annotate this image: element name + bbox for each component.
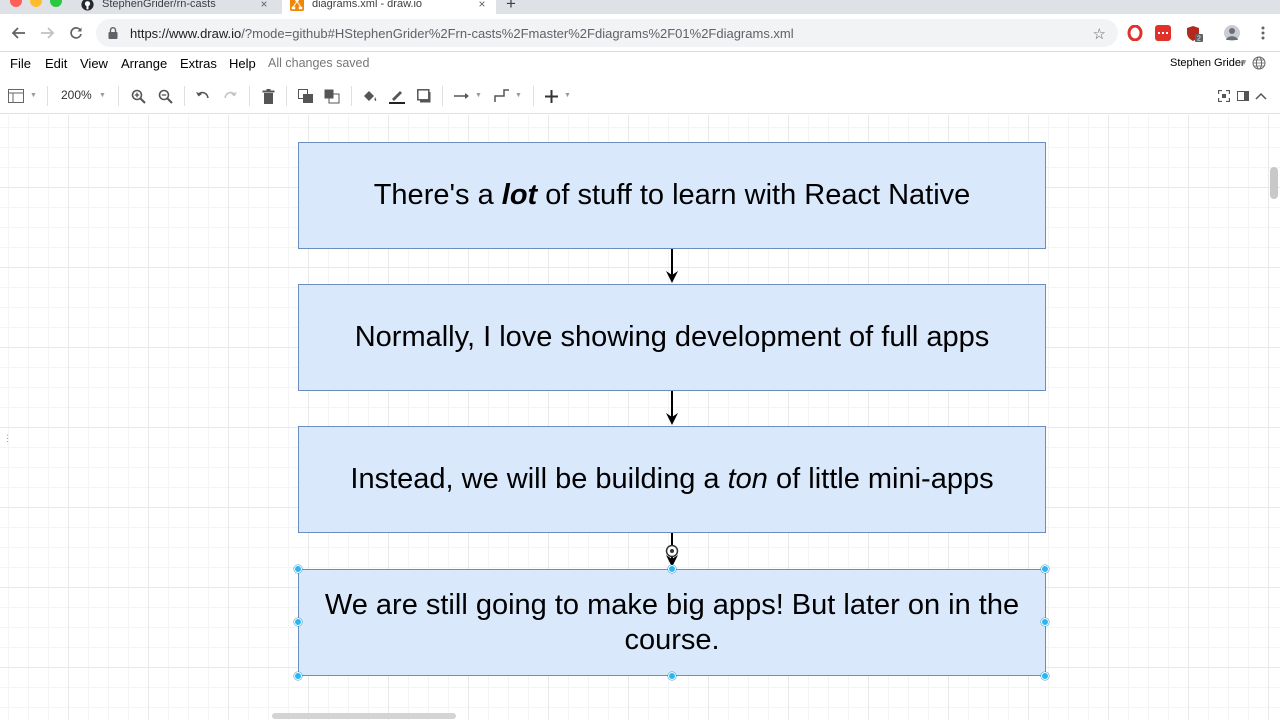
menu-arrange[interactable]: Arrange [121,56,167,71]
box-text: Normally, I love showing development of … [354,321,990,353]
drawio-icon [290,0,304,11]
zoom-out-icon[interactable] [156,87,174,105]
close-tab-icon[interactable]: × [256,0,272,11]
diagram-canvas[interactable]: ⋮ There's a lot of stuff to learn with R… [0,115,1280,720]
opera-extension-icon[interactable] [1127,24,1143,42]
to-front-icon[interactable] [297,87,315,105]
app-menu-bar: File Edit View Arrange Extras Help All c… [0,52,1280,76]
flow-box-3[interactable]: Instead, we will be building a ton of li… [298,426,1046,533]
flow-box-1[interactable]: There's a lot of stuff to learn with Rea… [298,142,1046,249]
url-path: /?mode=github#HStephenGrider%2Frn-casts%… [241,25,794,41]
tab-title: diagrams.xml - draw.io [312,0,423,10]
toolbar-divider [184,86,185,106]
chevron-down-icon[interactable]: ▼ [475,92,482,99]
browser-tab-strip: StephenGrider/rn-casts × diagrams.xml - … [0,0,1280,14]
url-text: https://www.draw.io/?mode=github#HStephe… [130,26,794,41]
forward-arrow-icon[interactable] [38,24,56,42]
back-arrow-icon[interactable] [10,24,28,42]
horizontal-scrollbar[interactable] [272,713,456,719]
line-color-icon[interactable] [388,87,406,105]
toolbar-divider [533,86,534,106]
extension-icon[interactable] [1155,25,1171,41]
connector-arrow-2[interactable] [662,391,682,426]
chevron-down-icon[interactable]: ▼ [99,92,106,99]
user-name[interactable]: Stephen Grider [1170,57,1245,69]
resize-handle-right[interactable] [1041,618,1049,626]
undo-icon[interactable] [193,87,211,105]
resize-handle-bottom[interactable] [668,672,676,680]
svg-text:2: 2 [1197,36,1201,43]
browser-tab-github[interactable]: StephenGrider/rn-casts × [72,0,278,14]
resize-handle-top-right[interactable] [1041,565,1049,573]
toolbar-divider [118,86,119,106]
editor-toolbar: ▼ 200% ▼ ▼ ▼ ▼ [0,78,1280,114]
to-back-icon[interactable] [323,87,341,105]
chevron-down-icon[interactable]: ▼ [564,92,571,99]
toolbar-divider [351,86,352,106]
menu-file[interactable]: File [10,56,31,71]
box-text: We are still going to make big apps! But… [324,588,1020,656]
resize-handle-top-left[interactable] [294,565,302,573]
resize-handle-bottom-left[interactable] [294,672,302,680]
bookmark-star-icon[interactable]: ☆ [1093,25,1106,43]
maximize-window-button[interactable] [50,0,62,7]
fill-color-icon[interactable] [361,87,379,105]
insert-plus-icon[interactable] [542,87,560,105]
browser-tab-drawio[interactable]: diagrams.xml - draw.io × [282,0,496,14]
resize-handle-top[interactable] [668,565,676,573]
chevron-down-icon[interactable]: ▼ [515,92,522,99]
profile-avatar[interactable] [1224,25,1240,41]
menu-view[interactable]: View [80,56,108,71]
address-bar-row: https://www.draw.io/?mode=github#HStephe… [0,14,1280,52]
vertical-scrollbar[interactable] [1270,167,1278,199]
toolbar-divider [442,86,443,106]
reload-icon[interactable] [67,24,85,42]
fullscreen-icon[interactable] [1215,87,1233,105]
format-panel-icon[interactable] [7,87,25,105]
close-tab-icon[interactable]: × [474,0,490,11]
menu-edit[interactable]: Edit [45,56,67,71]
flow-box-4-selected[interactable]: We are still going to make big apps! But… [298,569,1046,676]
connector-arrow-1[interactable] [662,249,682,284]
toolbar-divider [286,86,287,106]
delete-icon[interactable] [259,87,277,105]
chevron-down-icon[interactable]: ▼ [30,92,37,99]
resize-handle-bottom-right[interactable] [1041,672,1049,680]
globe-icon[interactable] [1252,56,1266,70]
waypoint-style-icon[interactable] [493,87,511,105]
new-tab-button[interactable]: + [506,0,516,14]
zoom-level[interactable]: 200% [61,88,92,102]
menu-help[interactable]: Help [229,56,256,71]
save-status[interactable]: All changes saved [268,56,369,70]
github-icon [80,0,94,11]
tab-title: StephenGrider/rn-casts [102,0,216,10]
flow-box-2[interactable]: Normally, I love showing development of … [298,284,1046,391]
minimize-window-button[interactable] [30,0,42,7]
toolbar-divider [249,86,250,106]
box-text: Instead, we will be building a ton of li… [350,463,994,495]
box-text: There's a lot of stuff to learn with Rea… [373,179,971,211]
browser-menu-icon[interactable] [1254,24,1272,42]
toggle-panel-icon[interactable] [1234,87,1252,105]
shadow-icon[interactable] [415,87,433,105]
url-host: https://www.draw.io [130,25,242,41]
lock-icon [108,27,120,39]
connection-anchor-icon[interactable] [665,544,679,558]
chevron-down-icon[interactable]: ▼ [1240,58,1248,67]
menu-extras[interactable]: Extras [180,56,217,71]
toolbar-divider [47,86,48,106]
close-window-button[interactable] [10,0,22,7]
shield-extension-icon[interactable]: 2 [1185,25,1203,43]
url-bar[interactable]: https://www.draw.io/?mode=github#HStephe… [96,19,1118,47]
redo-icon[interactable] [221,87,239,105]
connection-style-icon[interactable] [453,87,471,105]
zoom-in-icon[interactable] [129,87,147,105]
collapse-chevron-icon[interactable] [1252,87,1270,105]
drag-handle-icon[interactable]: ⋮ [3,433,12,444]
resize-handle-left[interactable] [294,618,302,626]
